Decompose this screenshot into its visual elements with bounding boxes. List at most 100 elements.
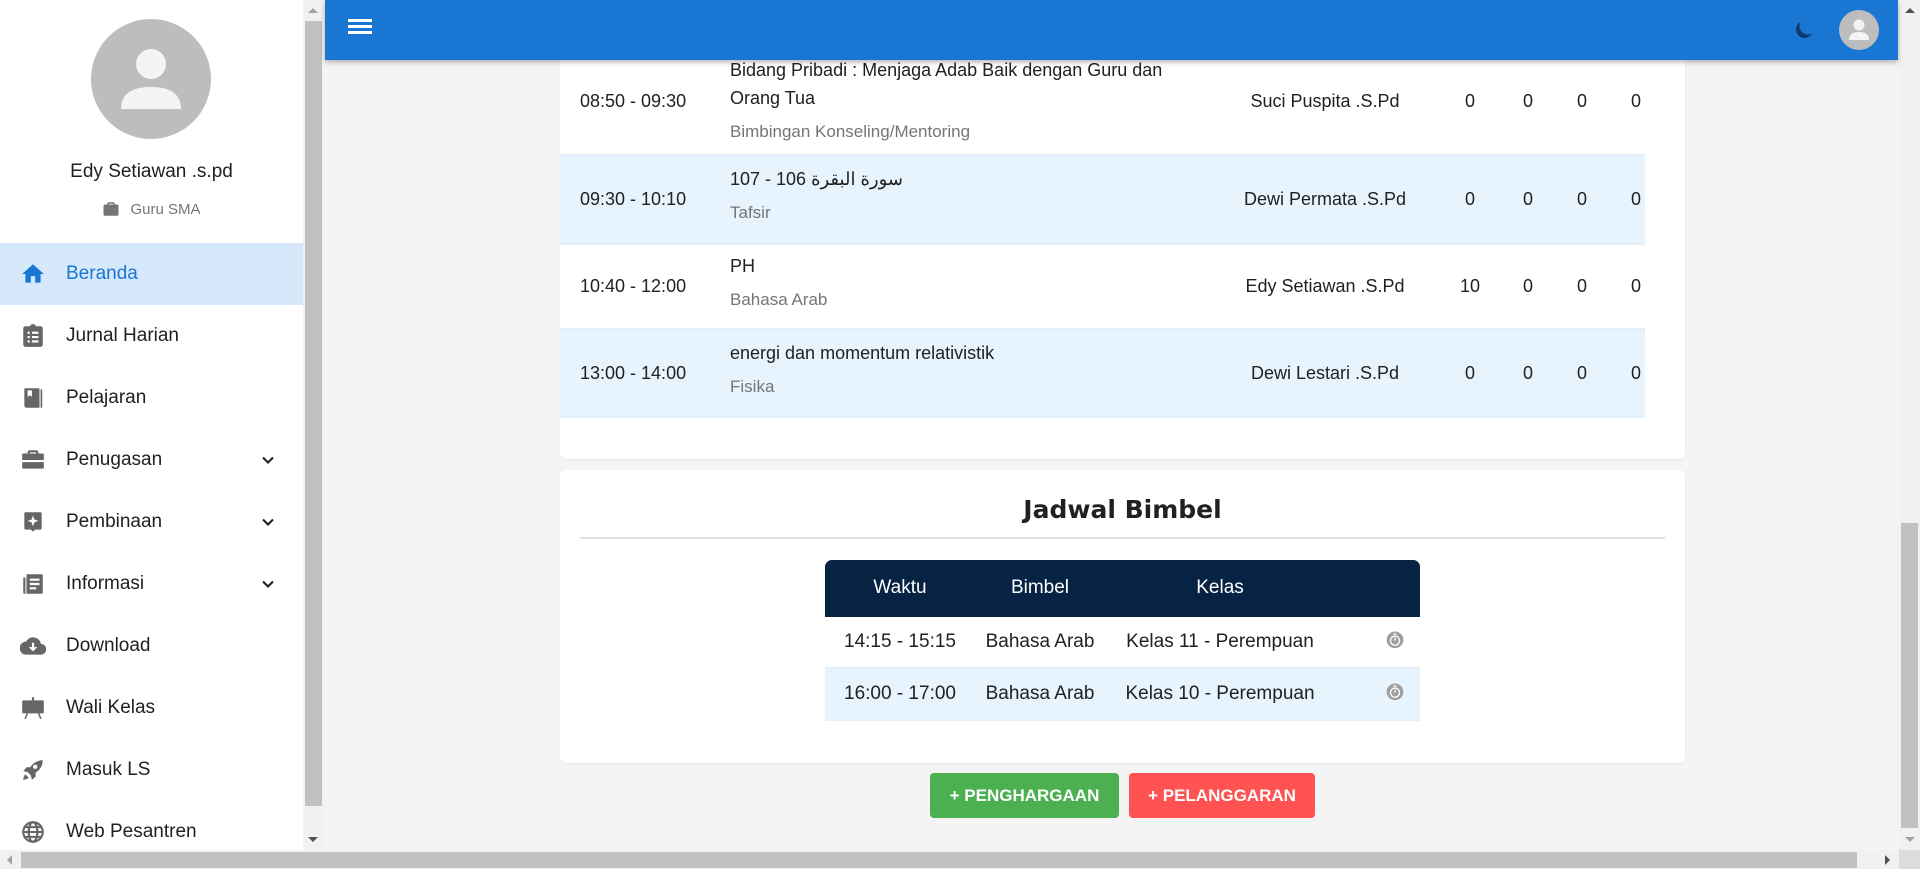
scroll-up-arrow-icon[interactable]: [1905, 8, 1915, 13]
lesson-count: 0: [1576, 363, 1587, 383]
lesson-teacher: Dewi Permata .S.Pd: [1243, 189, 1407, 209]
page-scrollbar-thumb[interactable]: [1901, 523, 1918, 828]
sidebar-item-pembinaan[interactable]: Pembinaan: [0, 491, 303, 553]
chevron-down-icon[interactable]: [258, 450, 278, 470]
sidebar-item-beranda[interactable]: Beranda: [0, 243, 303, 305]
divider: [580, 537, 1665, 539]
add-award-button[interactable]: + PENGHARGAAN: [930, 773, 1119, 818]
bimbel-subject: Bahasa Arab: [985, 683, 1095, 704]
lesson-time: 08:50 - 09:30: [580, 91, 687, 111]
sidebar-item-label: Web Pesantren: [66, 821, 197, 842]
sidebar-item-web-pesantren[interactable]: Web Pesantren: [0, 801, 303, 850]
scroll-down-arrow-icon[interactable]: [1905, 837, 1915, 842]
sidebar-item-informasi[interactable]: Informasi: [0, 553, 303, 615]
column-header: Kelas: [1196, 577, 1244, 598]
lesson-subject: Tafsir: [730, 203, 771, 222]
lesson-count: 0: [1522, 276, 1533, 296]
table-row[interactable]: 13:00 - 14:00 energi dan momentum relati…: [560, 331, 1645, 418]
table-row[interactable]: 16:00 - 17:00 Bahasa Arab Kelas 10 - Per…: [825, 669, 1420, 721]
bimbel-class: Kelas 10 - Perempuan: [1125, 683, 1315, 704]
scroll-up-arrow-icon[interactable]: [308, 8, 318, 13]
lesson-teacher: Suci Puspita .S.Pd: [1250, 91, 1400, 111]
sidebar-item-masuk-ls[interactable]: Masuk LS: [0, 739, 303, 801]
briefcase-icon: [103, 202, 119, 216]
bimbel-schedule-card: Jadwal Bimbel Waktu Bimbel Kelas 14:15 -…: [560, 470, 1685, 763]
lesson-time: 09:30 - 10:10: [580, 189, 687, 209]
page-horizontal-scrollbar[interactable]: [0, 850, 1899, 869]
sidebar-item-label: Penugasan: [66, 449, 163, 470]
table-row[interactable]: 08:50 - 09:30 Bidang Pribadi : Menjaga A…: [560, 60, 1645, 157]
moon-icon[interactable]: [1792, 18, 1816, 42]
sidebar-item-label: Pembinaan: [66, 511, 163, 532]
sidebar-item-label: Wali Kelas: [66, 697, 156, 718]
sidebar-item-penugasan[interactable]: Penugasan: [0, 429, 303, 491]
newspaper-icon: [20, 571, 46, 597]
scroll-left-arrow-icon[interactable]: [7, 855, 12, 865]
column-header: Waktu: [873, 577, 927, 598]
user-avatar-icon[interactable]: [1839, 10, 1879, 50]
scrollbar-corner: [1899, 850, 1920, 869]
sidebar-item-jurnal-harian[interactable]: Jurnal Harian: [0, 305, 303, 367]
top-app-bar: [325, 0, 1898, 60]
lesson-count: 0: [1630, 363, 1641, 383]
lesson-subject: Bahasa Arab: [730, 290, 828, 309]
sidebar: Edy Setiawan .s.pd Guru SMA Beranda Jurn…: [0, 0, 303, 850]
timer-icon[interactable]: [1385, 629, 1405, 649]
lesson-count: 0: [1576, 189, 1587, 209]
rocket-icon: [20, 757, 46, 783]
lesson-schedule-card: 08:50 - 09:30 Bidang Pribadi : Menjaga A…: [560, 0, 1685, 459]
lesson-count: 0: [1464, 91, 1475, 111]
sidebar-menu: Beranda Jurnal Harian Pelajaran Penugasa…: [0, 243, 303, 850]
table-row[interactable]: 10:40 - 12:00 PH Bahasa Arab Edy Setiawa…: [560, 245, 1645, 331]
bimbel-subject: Bahasa Arab: [985, 631, 1095, 652]
sidebar-item-download[interactable]: Download: [0, 615, 303, 677]
lesson-count: 0: [1522, 363, 1533, 383]
table-row[interactable]: 14:15 - 15:15 Bahasa Arab Kelas 11 - Per…: [825, 617, 1420, 669]
sidebar-item-label: Beranda: [66, 263, 138, 284]
hamburger-icon[interactable]: [348, 19, 372, 41]
cloud-download-icon: [20, 633, 46, 659]
sidebar-scrollbar[interactable]: [303, 0, 323, 850]
lesson-count: 0: [1576, 276, 1587, 296]
globe-icon: [20, 819, 46, 845]
timer-icon[interactable]: [1385, 681, 1405, 701]
lesson-count: 0: [1522, 189, 1533, 209]
lesson-count: 0: [1576, 91, 1587, 111]
sidebar-scrollbar-thumb[interactable]: [305, 21, 322, 806]
user-silhouette-icon: [121, 49, 181, 109]
lesson-count: 0: [1630, 189, 1641, 209]
book-icon: [20, 385, 46, 411]
lesson-count: 0: [1630, 276, 1641, 296]
sidebar-item-label: Informasi: [66, 573, 145, 594]
horizontal-scrollbar-thumb[interactable]: [21, 852, 1857, 868]
lesson-topic: energi dan momentum relativistik: [730, 343, 995, 363]
lesson-count: 0: [1630, 91, 1641, 111]
sidebar-item-wali-kelas[interactable]: Wali Kelas: [0, 677, 303, 739]
profile-role: Guru SMA: [0, 200, 303, 218]
sidebar-item-label: Masuk LS: [66, 759, 151, 780]
briefcase-icon: [20, 447, 46, 473]
scroll-down-arrow-icon[interactable]: [308, 837, 318, 842]
sidebar-item-label: Jurnal Harian: [66, 325, 179, 346]
bimbel-time: 16:00 - 17:00: [844, 683, 956, 704]
sparkle-badge-icon: [20, 509, 46, 535]
page-vertical-scrollbar[interactable]: [1899, 0, 1920, 850]
table-row[interactable]: 09:30 - 10:10 107 - 106 سورة البقرة Tafs…: [560, 157, 1645, 245]
chevron-down-icon[interactable]: [258, 574, 278, 594]
lesson-topic: PH: [730, 256, 756, 276]
scroll-right-arrow-icon[interactable]: [1885, 855, 1890, 865]
bimbel-table-header: Waktu Bimbel Kelas: [825, 560, 1420, 617]
chevron-down-icon[interactable]: [258, 512, 278, 532]
add-violation-button[interactable]: + PELANGGARAN: [1129, 773, 1315, 818]
sidebar-item-pelajaran[interactable]: Pelajaran: [0, 367, 303, 429]
lesson-topic: Bidang Pribadi : Menjaga Adab Baik denga…: [730, 60, 1163, 108]
lesson-count: 0: [1522, 91, 1533, 111]
lesson-teacher: Edy Setiawan .S.Pd: [1245, 276, 1405, 296]
card-title: Jadwal Bimbel: [1023, 495, 1222, 524]
lesson-topic-arabic: سورة البقرة: [811, 169, 903, 189]
bimbel-time: 14:15 - 15:15: [844, 631, 956, 652]
easel-icon: [20, 695, 46, 721]
profile-role-label: Guru SMA: [130, 200, 201, 218]
bimbel-class: Kelas 11 - Perempuan: [1126, 631, 1314, 652]
lesson-count: 10: [1459, 276, 1481, 296]
